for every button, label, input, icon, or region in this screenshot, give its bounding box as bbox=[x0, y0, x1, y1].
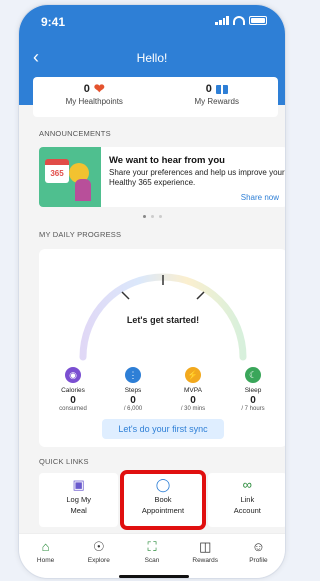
quick-link-label: Link bbox=[240, 495, 255, 504]
scan-icon: ⛶ bbox=[147, 539, 157, 554]
metric-unit: / 7 hours bbox=[241, 406, 265, 412]
home-indicator bbox=[119, 575, 189, 578]
voucher-icon bbox=[215, 84, 228, 94]
battery-icon bbox=[249, 16, 267, 25]
rewards-label: My Rewards bbox=[194, 97, 239, 106]
metric-unit: consumed bbox=[59, 406, 87, 412]
quick-link-label: Log My bbox=[66, 495, 91, 504]
footsteps-icon: ⋮ bbox=[125, 367, 141, 383]
tab-label: Scan bbox=[144, 557, 160, 564]
metric-unit: / 30 mins bbox=[180, 406, 206, 412]
metric-name: MVPA bbox=[184, 387, 202, 394]
quick-link-book-appointment[interactable]: ◯ Book Appointment bbox=[120, 470, 206, 530]
first-sync-button[interactable]: Let's do your first sync bbox=[102, 419, 224, 439]
status-bar: 9:41 bbox=[19, 15, 285, 31]
metric-calories[interactable]: ◉ Calories 0 consumed bbox=[45, 367, 101, 412]
status-icons bbox=[215, 16, 267, 25]
quick-link-label: Meal bbox=[70, 506, 87, 515]
person-body-shape bbox=[75, 179, 91, 201]
metric-mvpa[interactable]: ⚡ MVPA 0 / 30 mins bbox=[165, 367, 221, 412]
share-now-link[interactable]: Share now bbox=[241, 193, 279, 202]
announcement-title: We want to hear from you bbox=[109, 155, 225, 166]
metric-value: 0 bbox=[70, 395, 76, 406]
progress-gauge bbox=[79, 273, 247, 361]
signal-icon bbox=[215, 16, 229, 25]
metric-value: 0 bbox=[130, 395, 136, 406]
phone-frame: 9:41 ‹ Hello! 0 ❤ My Healthpoints 0 My R… bbox=[18, 4, 286, 579]
metric-value: 0 bbox=[250, 395, 256, 406]
profile-icon: ☺ bbox=[251, 539, 266, 554]
moon-icon: ☾ bbox=[245, 367, 261, 383]
bottom-tab-bar: ⌂ Home ☉ Explore ⛶ Scan ◫ Rewards ☺ Prof… bbox=[19, 533, 285, 578]
quick-link-label: Appointment bbox=[141, 506, 185, 515]
progress-heading: MY DAILY PROGRESS bbox=[39, 230, 122, 239]
stethoscope-icon: ◯ bbox=[155, 477, 171, 492]
quick-link-log-meal[interactable]: ▣ Log My Meal bbox=[39, 473, 119, 527]
daily-progress-card: Let's get started! ◉ Calories 0 consumed… bbox=[39, 249, 285, 447]
metric-steps[interactable]: ⋮ Steps 0 / 6,000 bbox=[105, 367, 161, 412]
link-icon: ∞ bbox=[242, 477, 252, 492]
page-title: Hello! bbox=[136, 51, 168, 65]
metric-name: Sleep bbox=[244, 387, 262, 394]
metric-name: Steps bbox=[124, 387, 142, 394]
quick-link-label: Book bbox=[154, 495, 172, 504]
carousel-dots bbox=[19, 215, 285, 218]
healthpoints-label: My Healthpoints bbox=[65, 97, 123, 106]
quick-links-heading: QUICK LINKS bbox=[39, 457, 89, 466]
metric-name: Calories bbox=[61, 387, 85, 394]
calendar-icon: 365 bbox=[45, 159, 69, 183]
quick-links: ▣ Log My Meal ◯ Book Appointment ∞ Link … bbox=[39, 470, 285, 530]
tab-home[interactable]: ⌂ Home bbox=[19, 534, 72, 578]
wifi-icon bbox=[233, 16, 245, 25]
carousel-dot bbox=[150, 215, 154, 218]
announcement-card[interactable]: 365 We want to hear from you Share your … bbox=[39, 147, 285, 207]
heart-icon: ❤ bbox=[93, 81, 105, 96]
gift-icon: ◫ bbox=[199, 539, 212, 554]
tab-label: Rewards bbox=[192, 557, 219, 564]
compass-icon: ☉ bbox=[92, 539, 105, 554]
utensils-icon: ◉ bbox=[65, 367, 81, 383]
quick-link-link-account[interactable]: ∞ Link Account bbox=[207, 473, 285, 527]
quick-link-label: Account bbox=[233, 506, 261, 515]
tab-rewards[interactable]: ◫ Rewards bbox=[179, 534, 232, 578]
metric-unit: / 6,000 bbox=[123, 406, 143, 412]
tab-label: Home bbox=[36, 557, 55, 564]
top-bar: ‹ Hello! bbox=[19, 45, 285, 69]
healthpoints-cell[interactable]: 0 ❤ My Healthpoints bbox=[33, 77, 156, 117]
metric-sleep[interactable]: ☾ Sleep 0 / 7 hours bbox=[225, 367, 281, 412]
metric-value: 0 bbox=[190, 395, 196, 406]
camera-icon: ▣ bbox=[72, 477, 85, 492]
gauge-label: Let's get started! bbox=[126, 315, 200, 325]
carousel-dot bbox=[142, 215, 146, 218]
lightning-icon: ⚡ bbox=[185, 367, 201, 383]
tab-scan[interactable]: ⛶ Scan bbox=[125, 534, 178, 578]
rewards-value: 0 bbox=[205, 83, 212, 95]
healthpoints-value: 0 bbox=[83, 83, 90, 95]
announcements-heading: ANNOUNCEMENTS bbox=[39, 129, 111, 138]
home-icon: ⌂ bbox=[41, 539, 50, 554]
rewards-cell[interactable]: 0 My Rewards bbox=[156, 77, 279, 117]
metrics-row: ◉ Calories 0 consumed ⋮ Steps 0 / 6,000 … bbox=[45, 367, 281, 412]
calendar-text: 365 bbox=[50, 169, 64, 178]
summary-card: 0 ❤ My Healthpoints 0 My Rewards bbox=[33, 77, 278, 117]
announcement-illustration: 365 bbox=[39, 147, 101, 207]
announcement-body: Share your preferences and help us impro… bbox=[109, 168, 285, 187]
tab-profile[interactable]: ☺ Profile bbox=[232, 534, 285, 578]
status-time: 9:41 bbox=[41, 15, 66, 29]
carousel-dot bbox=[158, 215, 162, 218]
tab-label: Profile bbox=[249, 557, 268, 564]
tab-label: Explore bbox=[87, 557, 110, 564]
tab-explore[interactable]: ☉ Explore bbox=[72, 534, 125, 578]
